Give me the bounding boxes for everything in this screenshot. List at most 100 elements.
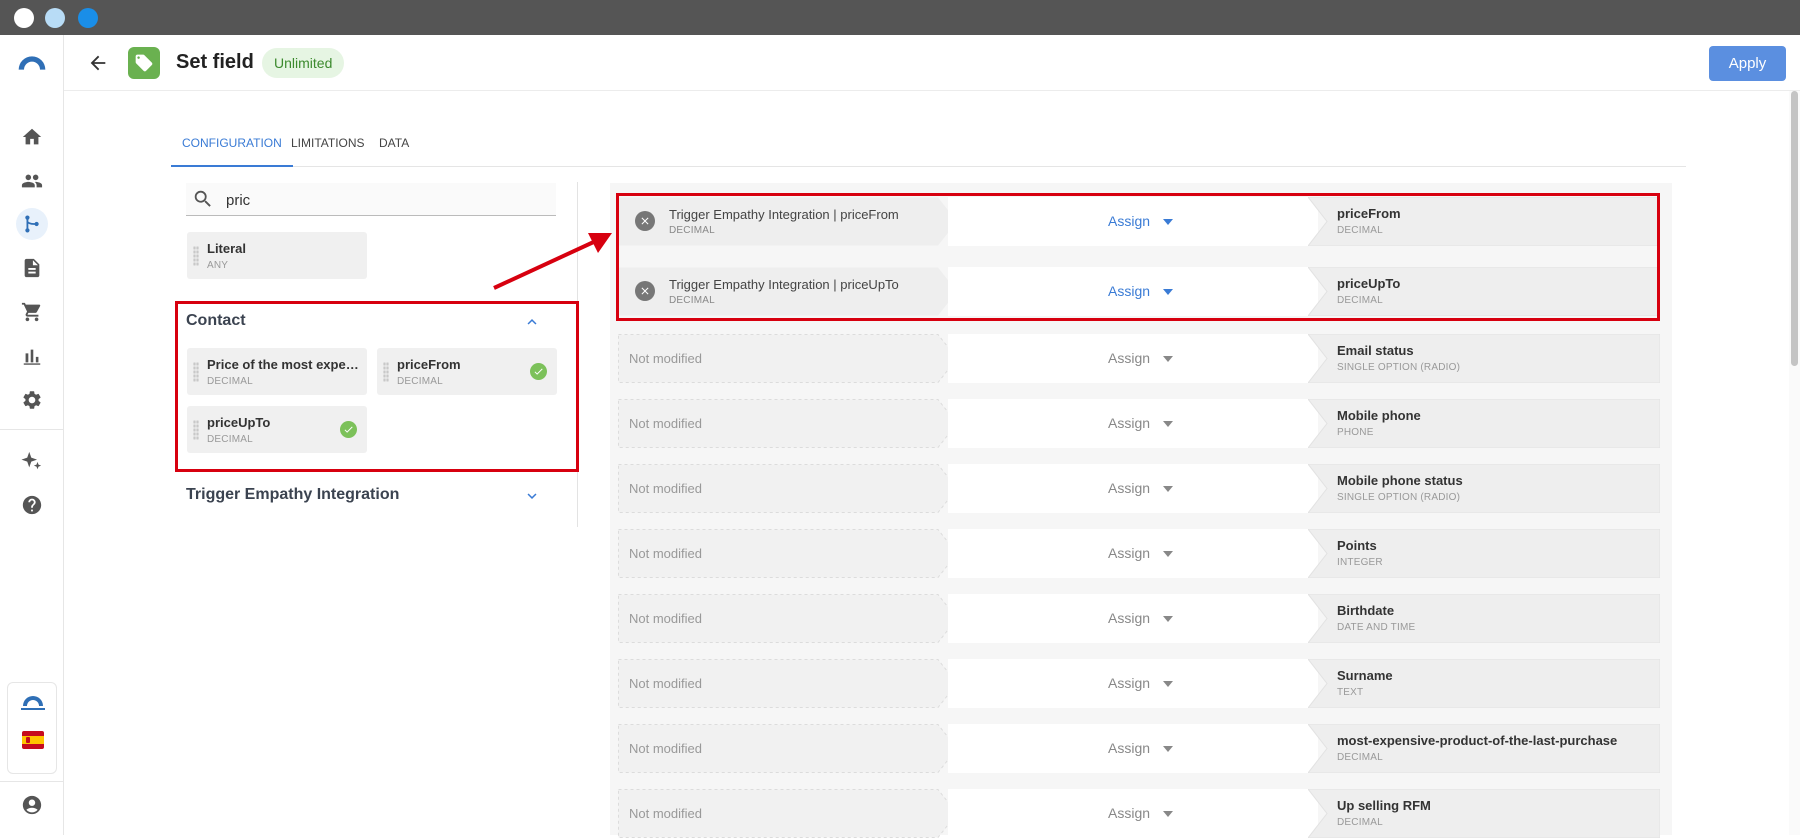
source-empty-label: Not modified [629, 351, 702, 366]
page-scrollbar[interactable] [1789, 91, 1800, 835]
mapping-row: Not modified Assign Mobile phone status SIN… [618, 464, 1660, 513]
target-field [1308, 789, 1660, 838]
caret-down-icon[interactable] [1163, 616, 1173, 622]
assign-dropdown[interactable]: Assign [1108, 545, 1150, 561]
target-field-type: SINGLE OPTION (RADIO) [1337, 492, 1461, 503]
content-icon[interactable] [16, 252, 48, 284]
caret-down-icon[interactable] [1163, 356, 1173, 362]
source-empty-label: Not modified [629, 481, 702, 496]
window-minimize-dot[interactable] [45, 8, 65, 28]
mapping-row: Not modified Assign most-expensive-product… [618, 724, 1660, 773]
window-titlebar [0, 0, 1800, 35]
assign-dropdown[interactable]: Assign [1108, 415, 1150, 431]
page-header: Set field Unlimited Apply [64, 35, 1800, 91]
source-empty-label: Not modified [629, 806, 702, 821]
target-field [1308, 594, 1660, 643]
target-field-name: Up selling RFM [1337, 798, 1431, 813]
caret-down-icon[interactable] [1163, 486, 1173, 492]
target-field-name: Points [1337, 538, 1377, 553]
contacts-icon[interactable] [16, 165, 48, 197]
limit-status-badge: Unlimited [262, 48, 345, 78]
caret-down-icon[interactable] [1163, 681, 1173, 687]
target-field-name: Email status [1337, 343, 1414, 358]
target-field [1308, 724, 1660, 773]
target-field [1308, 334, 1660, 383]
field-search [186, 183, 556, 216]
assign-dropdown[interactable]: Assign [1108, 805, 1150, 821]
target-field-name: Surname [1337, 668, 1393, 683]
analytics-icon[interactable] [16, 340, 48, 372]
annotation-highlight-box [175, 301, 579, 472]
back-button[interactable] [84, 49, 112, 77]
caret-down-icon[interactable] [1163, 746, 1173, 752]
tab-limitations[interactable]: LIMITATIONS [280, 130, 376, 167]
help-icon[interactable] [16, 489, 48, 521]
search-icon [194, 190, 211, 207]
app-logo-icon[interactable] [16, 47, 48, 79]
settings-icon[interactable] [16, 384, 48, 416]
target-field-name: Mobile phone status [1337, 473, 1463, 488]
assign-dropdown[interactable]: Assign [1108, 675, 1150, 691]
target-field-type: PHONE [1337, 427, 1374, 438]
mapping-row: Not modified Assign Email status SINGLE OPT… [618, 334, 1660, 383]
rail-divider-bottom [0, 781, 64, 782]
assign-dropdown[interactable]: Assign [1108, 610, 1150, 626]
rail-divider [0, 429, 64, 430]
mapping-row: Not modified Assign Up selling RFM DECIMAL [618, 789, 1660, 838]
target-field-name: Birthdate [1337, 603, 1395, 618]
source-empty-label: Not modified [629, 416, 702, 431]
apply-button[interactable]: Apply [1709, 46, 1786, 81]
window-close-dot[interactable] [14, 8, 34, 28]
target-field-type: TEXT [1337, 687, 1364, 698]
source-empty-label: Not modified [629, 611, 702, 626]
target-field-type: SINGLE OPTION (RADIO) [1337, 362, 1461, 373]
tab-bar: CONFIGURATION LIMITATIONS DATA [171, 130, 1686, 167]
page-title: Set field [176, 51, 254, 73]
target-field-name: most-expensive-product-of-the-last-purch… [1337, 733, 1618, 748]
literal-chip[interactable]: Literal ANY [187, 232, 367, 279]
target-field [1308, 464, 1660, 513]
mapping-row: Not modified Assign Points INTEGER [618, 529, 1660, 578]
brand-logo-icon[interactable] [20, 693, 46, 711]
assign-dropdown[interactable]: Assign [1108, 350, 1150, 366]
target-field-name: Mobile phone [1337, 408, 1421, 423]
mapping-row: Not modified Assign Mobile phone PHONE [618, 399, 1660, 448]
mapping-row: Not modified Assign Birthdate DATE AND TIME [618, 594, 1660, 643]
caret-down-icon[interactable] [1163, 811, 1173, 817]
source-empty-label: Not modified [629, 741, 702, 756]
trigger-section-title[interactable]: Trigger Empathy Integration [186, 486, 399, 504]
sidebar-rail [0, 35, 64, 835]
target-field-type: INTEGER [1337, 557, 1383, 568]
tab-configuration[interactable]: CONFIGURATION [171, 130, 293, 167]
workflows-icon[interactable] [16, 208, 48, 240]
home-icon[interactable] [16, 121, 48, 153]
target-field [1308, 399, 1660, 448]
target-field-type: DECIMAL [1337, 817, 1383, 828]
target-field [1308, 659, 1660, 708]
annotation-highlight-box [616, 193, 1660, 321]
assign-dropdown[interactable]: Assign [1108, 740, 1150, 756]
annotation-arrow-icon [493, 233, 612, 290]
tab-data[interactable]: DATA [368, 130, 420, 167]
user-account-icon[interactable] [16, 789, 48, 821]
source-empty-label: Not modified [629, 676, 702, 691]
source-empty-label: Not modified [629, 546, 702, 561]
scrollbar-thumb[interactable] [1791, 91, 1798, 366]
chevron-down-icon[interactable] [523, 487, 541, 505]
caret-down-icon[interactable] [1163, 551, 1173, 557]
spain-flag-icon[interactable] [22, 731, 44, 749]
account-brand-card [7, 682, 57, 774]
target-field-type: DATE AND TIME [1337, 622, 1416, 633]
mapping-row: Not modified Assign Surname TEXT [618, 659, 1660, 708]
ai-sparkle-icon[interactable] [16, 445, 48, 477]
arrow-left-icon [90, 55, 106, 71]
target-field [1308, 529, 1660, 578]
search-input[interactable] [226, 189, 546, 211]
tag-icon [128, 47, 160, 79]
assign-dropdown[interactable]: Assign [1108, 480, 1150, 496]
window-maximize-dot[interactable] [78, 8, 98, 28]
drag-handle-icon[interactable] [193, 246, 199, 266]
target-field-type: DECIMAL [1337, 752, 1383, 763]
cart-icon[interactable] [16, 296, 48, 328]
caret-down-icon[interactable] [1163, 421, 1173, 427]
